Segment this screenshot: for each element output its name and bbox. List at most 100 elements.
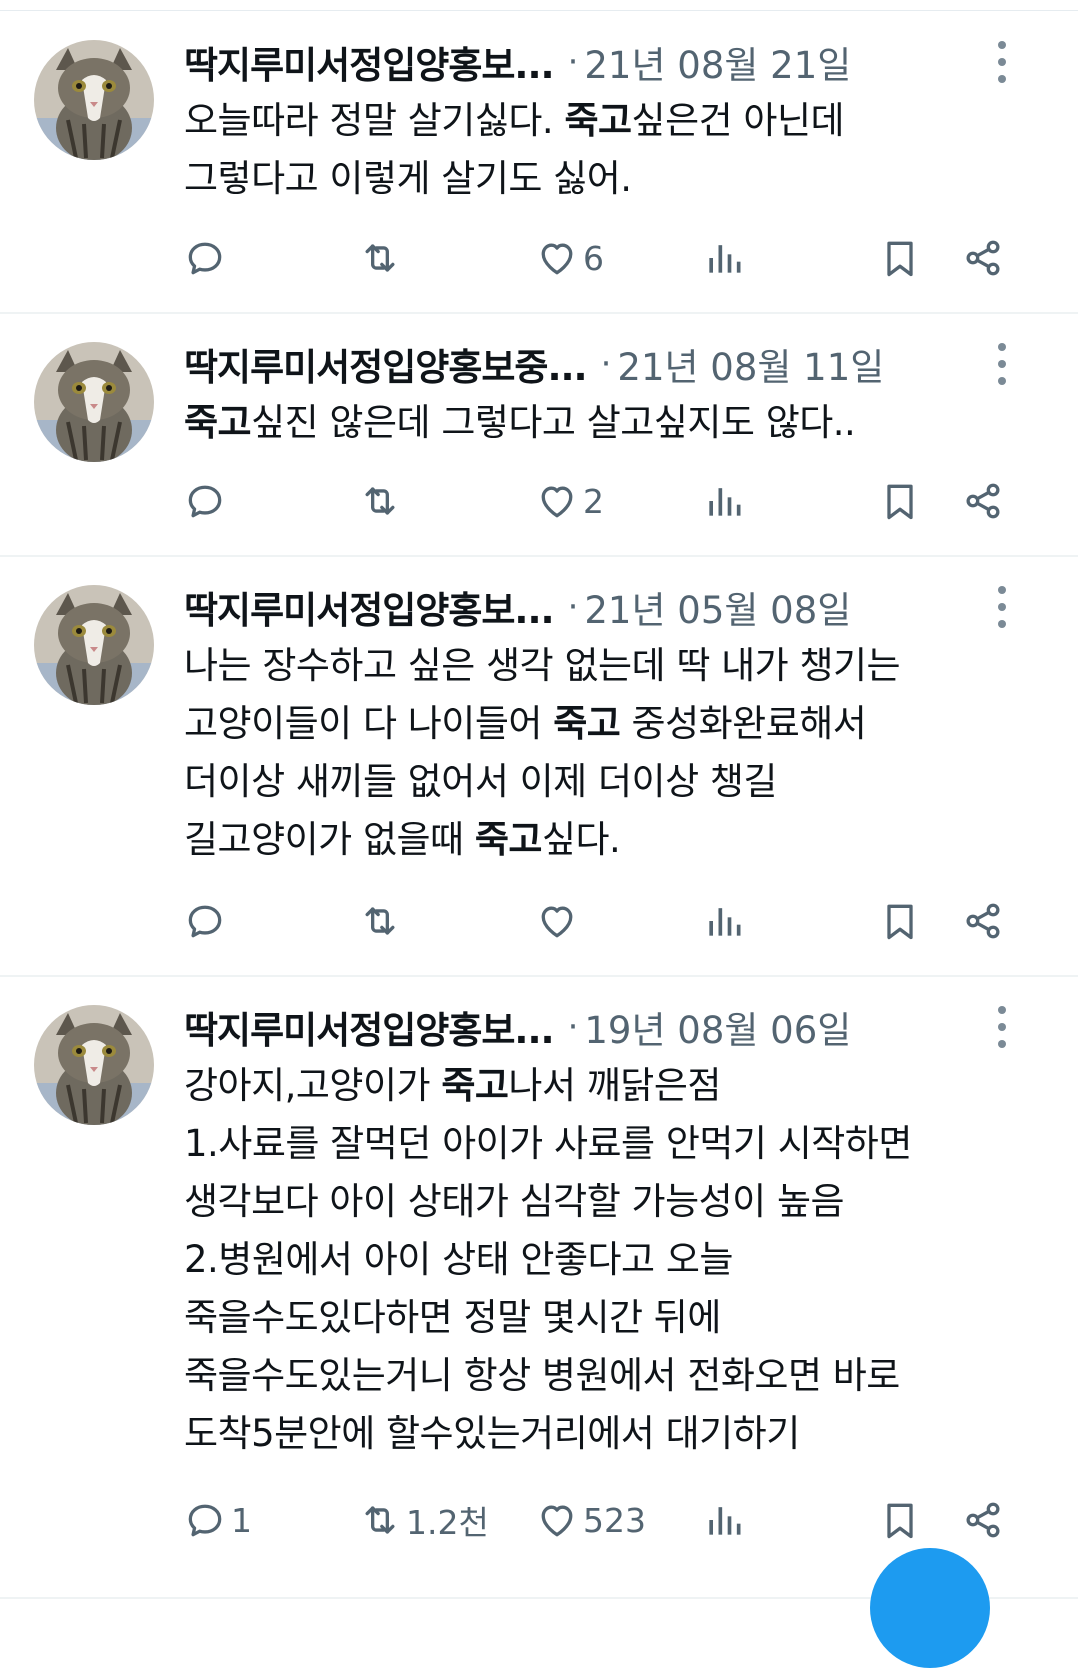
text-segment: 죽을수도있다하면 정말 몇시간 뒤에 <box>184 1296 721 1339</box>
text-segment: 고양이들이 다 나이들어 <box>184 702 554 745</box>
like-count: 523 <box>583 1500 646 1540</box>
tweet-line: 오늘따라 정말 살기싫다. 죽고싶은건 아닌데 <box>184 92 1044 150</box>
tweet-line: 길고양이가 없을때 죽고싶다. <box>184 811 1044 869</box>
tweet-text: 오늘따라 정말 살기싫다. 죽고싶은건 아닌데그렇다고 이렇게 살기도 싫어. <box>184 92 1044 208</box>
display-name[interactable]: 딱지루미서정입양홍보... <box>184 35 555 89</box>
text-segment: 강아지,고양이가 <box>184 1064 442 1107</box>
like-button[interactable]: 2 <box>535 471 604 531</box>
share-icon <box>961 236 1005 280</box>
tweet-line: 죽을수도있다하면 정말 몇시간 뒤에 <box>184 1289 1044 1347</box>
reply-icon <box>183 1498 227 1542</box>
text-segment: 나서 깨닭은점 <box>508 1064 721 1107</box>
timestamp[interactable]: 21년 08월 11일 <box>617 337 884 391</box>
tweet-line: 죽을수도있는거니 항상 병원에서 전화오면 바로 <box>184 1347 1044 1405</box>
tweet-line: 생각보다 아이 상태가 심각할 가능성이 높음 <box>184 1173 1044 1231</box>
tweet-line: 고양이들이 다 나이들어 죽고 중성화완료해서 <box>184 695 1044 753</box>
more-dots-icon[interactable] <box>990 37 1014 87</box>
share-button[interactable] <box>961 891 1005 951</box>
action-bar: 2 <box>0 471 1078 531</box>
separator: · <box>567 587 579 627</box>
tweet-line: 강아지,고양이가 죽고나서 깨닭은점 <box>184 1057 1044 1115</box>
reply-icon <box>183 479 227 523</box>
views-icon <box>702 236 746 280</box>
more-dots-icon[interactable] <box>990 582 1014 632</box>
retweet-icon <box>358 1498 402 1542</box>
text-segment: 도착5분안에 할수있는거리에서 대기하기 <box>184 1412 800 1455</box>
views-button[interactable] <box>702 891 746 951</box>
display-name[interactable]: 딱지루미서정입양홍보... <box>184 1000 555 1054</box>
tweet-header: 딱지루미서정입양홍보... · 21년 05월 08일 <box>184 582 851 632</box>
text-segment: 1.사료를 잘먹던 아이가 사료를 안먹기 시작하면 <box>184 1122 912 1165</box>
tweet-line: 2.병원에서 아이 상태 안좋다고 오늘 <box>184 1231 1044 1289</box>
share-button[interactable] <box>961 471 1005 531</box>
text-segment: 싶다. <box>541 818 621 861</box>
bookmark-button[interactable] <box>878 891 922 951</box>
reply-button[interactable] <box>183 891 231 951</box>
text-segment: 싶진 않은데 그렇다고 살고싶지도 않다.. <box>251 401 856 444</box>
reply-button[interactable] <box>183 471 231 531</box>
tweet-text: 죽고싶진 않은데 그렇다고 살고싶지도 않다.. <box>184 394 1044 452</box>
share-button[interactable] <box>961 228 1005 288</box>
retweet-button[interactable] <box>358 228 406 288</box>
text-segment: 나는 장수하고 싶은 생각 없는데 딱 내가 챙기는 <box>184 644 901 687</box>
text-segment: 그렇다고 이렇게 살기도 싫어. <box>184 157 632 200</box>
compose-fab[interactable] <box>870 1548 990 1668</box>
avatar[interactable] <box>34 342 154 462</box>
timestamp[interactable]: 21년 08월 21일 <box>584 35 851 89</box>
text-segment: 싶은건 아닌데 <box>631 99 845 142</box>
like-button[interactable]: 523 <box>535 1490 646 1550</box>
views-button[interactable] <box>702 1490 746 1550</box>
highlighted-keyword: 죽고 <box>564 99 632 142</box>
avatar[interactable] <box>34 40 154 160</box>
share-icon <box>961 479 1005 523</box>
retweet-count: 1.2천 <box>406 1503 489 1542</box>
views-button[interactable] <box>702 471 746 531</box>
views-icon <box>702 899 746 943</box>
heart-icon <box>535 479 579 523</box>
retweet-button[interactable]: 1.2천 <box>358 1490 489 1550</box>
action-bar <box>0 891 1078 951</box>
display-name[interactable]: 딱지루미서정입양홍보... <box>184 580 555 634</box>
separator: · <box>567 1007 579 1047</box>
tweet-line: 1.사료를 잘먹던 아이가 사료를 안먹기 시작하면 <box>184 1115 1044 1173</box>
text-segment: 2.병원에서 아이 상태 안좋다고 오늘 <box>184 1238 733 1281</box>
timestamp[interactable]: 21년 05월 08일 <box>584 580 851 634</box>
tweet-text: 나는 장수하고 싶은 생각 없는데 딱 내가 챙기는고양이들이 다 나이들어 죽… <box>184 637 1044 869</box>
text-segment: 더이상 새끼들 없어서 이제 더이상 챙길 <box>184 760 777 803</box>
retweet-icon <box>358 479 402 523</box>
timestamp[interactable]: 19년 08월 06일 <box>584 1000 851 1054</box>
bookmark-icon <box>878 1498 922 1542</box>
retweet-button[interactable] <box>358 471 406 531</box>
highlighted-keyword: 죽고 <box>474 818 543 861</box>
share-icon <box>961 1498 1005 1542</box>
retweet-button[interactable] <box>358 891 406 951</box>
text-segment: 오늘따라 정말 살기싫다. <box>184 99 565 142</box>
bookmark-button[interactable] <box>878 471 922 531</box>
text-segment: 생각보다 아이 상태가 심각할 가능성이 높음 <box>184 1180 845 1223</box>
reply-count: 1 <box>231 1500 252 1540</box>
reply-button[interactable] <box>183 228 231 288</box>
tweet-header: 딱지루미서정입양홍보... · 19년 08월 06일 <box>184 1002 851 1052</box>
highlighted-keyword: 죽고 <box>441 1064 509 1107</box>
text-segment: 중성화완료해서 <box>620 702 867 745</box>
like-button[interactable] <box>535 891 583 951</box>
bookmark-icon <box>878 479 922 523</box>
display-name[interactable]: 딱지루미서정입양홍보중... <box>184 337 588 391</box>
bookmark-button[interactable] <box>878 1490 922 1550</box>
reply-button[interactable]: 1 <box>183 1490 252 1550</box>
like-button[interactable]: 6 <box>535 228 604 288</box>
retweet-icon <box>358 899 402 943</box>
tweet-header: 딱지루미서정입양홍보중... · 21년 08월 11일 <box>184 339 884 389</box>
views-icon <box>702 479 746 523</box>
more-dots-icon[interactable] <box>990 339 1014 389</box>
heart-icon <box>535 236 579 280</box>
tweet-line: 나는 장수하고 싶은 생각 없는데 딱 내가 챙기는 <box>184 637 1044 695</box>
bookmark-button[interactable] <box>878 228 922 288</box>
separator: · <box>600 344 612 384</box>
avatar[interactable] <box>34 1005 154 1125</box>
more-dots-icon[interactable] <box>990 1002 1014 1052</box>
tweet-line: 도착5분안에 할수있는거리에서 대기하기 <box>184 1405 1044 1463</box>
share-button[interactable] <box>961 1490 1005 1550</box>
avatar[interactable] <box>34 585 154 705</box>
views-button[interactable] <box>702 228 746 288</box>
